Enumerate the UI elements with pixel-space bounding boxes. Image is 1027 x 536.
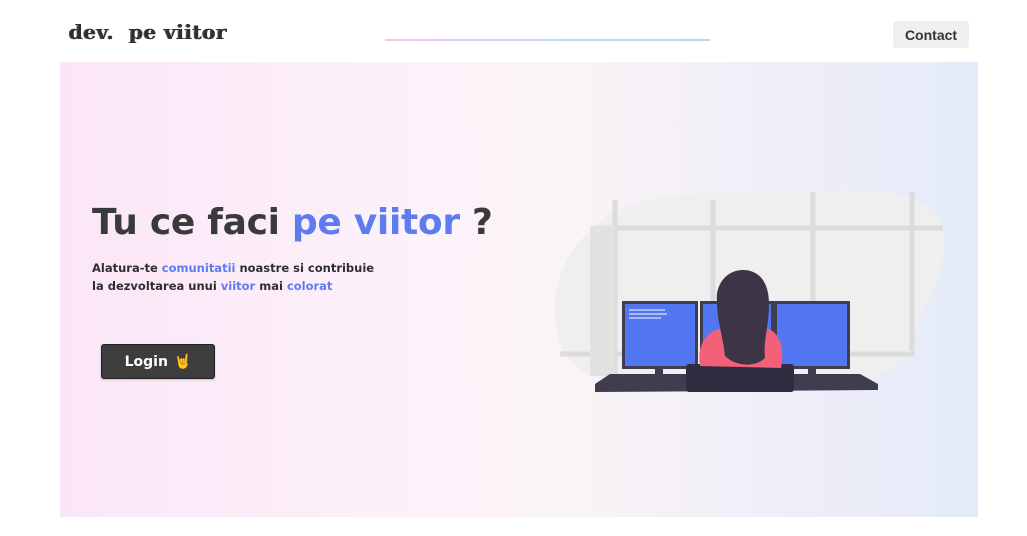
wall-shadow <box>590 226 615 376</box>
header-divider-line <box>385 39 710 41</box>
subtext-community-link: comunitatii <box>161 261 236 275</box>
login-button[interactable]: Login 🤘 <box>101 344 215 379</box>
top-navigation-bar: dev. pe viitor Contact <box>0 0 1027 62</box>
headline-accent-text: pe viitor <box>291 202 460 243</box>
woman-hair <box>716 270 769 365</box>
hero-headline: Tu ce faci pe viitor ? <box>92 202 493 243</box>
right-monitor-screen <box>777 304 847 366</box>
hero-subtext: Alatura-te comunitatii noastre si contri… <box>92 259 374 295</box>
login-button-label: Login <box>124 353 168 370</box>
subtext-line1-start: Alatura-te <box>92 261 162 275</box>
rock-hand-icon: 🤘 <box>173 353 192 370</box>
subtext-line2-start: la dezvoltarea unui <box>92 279 221 293</box>
chair <box>686 364 794 392</box>
subtext-colorful-word: colorat <box>286 279 333 293</box>
woman-at-computers-illustration <box>555 190 945 392</box>
subtext-line2-middle: mai <box>255 279 287 293</box>
headline-text-start: Tu ce faci <box>92 202 292 243</box>
subtext-line1-end: noastre si contribuie <box>235 261 375 275</box>
headline-text-end: ? <box>459 202 493 243</box>
site-logo[interactable]: dev. pe viitor <box>69 20 227 44</box>
hero-section: Tu ce faci pe viitor ? Alatura-te comuni… <box>60 62 978 517</box>
subtext-future-word: viitor <box>220 279 256 293</box>
left-monitor-screen <box>625 304 695 366</box>
contact-button[interactable]: Contact <box>893 21 969 48</box>
